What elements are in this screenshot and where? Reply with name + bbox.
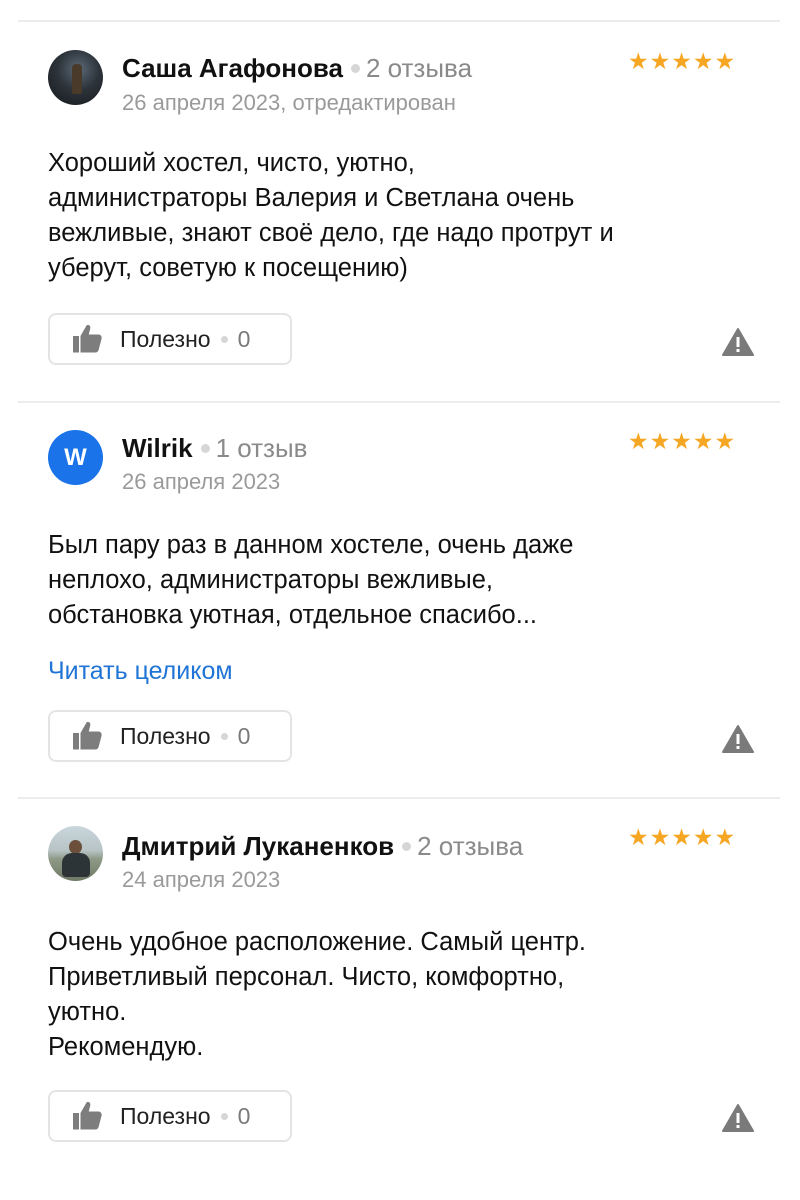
- thumbs-up-icon: [73, 1101, 102, 1130]
- helpful-count: 0: [237, 325, 251, 352]
- rating-stars: ★★★★★: [628, 48, 737, 74]
- separator-dot: [220, 1112, 228, 1120]
- author-name[interactable]: Дмитрий Луканенков: [122, 831, 394, 861]
- avatar[interactable]: [48, 50, 103, 105]
- helpful-label: Полезно: [120, 325, 211, 352]
- separator-dot: [402, 841, 412, 851]
- author-line: Дмитрий Луканенков 2 отзыва: [122, 830, 523, 862]
- separator-dot: [350, 63, 360, 73]
- thumbs-up-icon: [73, 324, 102, 353]
- author-line: Саша Агафонова 2 отзыва: [122, 52, 472, 84]
- review-text: Очень удобное расположение. Самый центр.…: [48, 928, 586, 1061]
- review-date: 26 апреля 2023: [122, 469, 281, 494]
- avatar[interactable]: W: [48, 430, 103, 485]
- author-name[interactable]: Саша Агафонова: [122, 53, 343, 83]
- avatar[interactable]: [48, 826, 103, 881]
- helpful-count: 0: [237, 1102, 251, 1129]
- warning-triangle-icon[interactable]: [722, 1103, 754, 1133]
- thumbs-up-icon: [73, 721, 102, 750]
- review-text: Был пару раз в данном хостеле, очень даж…: [48, 531, 574, 629]
- divider: [18, 797, 780, 799]
- helpful-count: 0: [237, 722, 251, 749]
- divider: [18, 20, 780, 22]
- author-review-count: 1 отзыв: [215, 433, 308, 463]
- separator-dot: [220, 335, 228, 343]
- author-review-count: 2 отзыва: [417, 831, 524, 861]
- author-name[interactable]: Wilrik: [122, 433, 193, 463]
- divider: [18, 401, 780, 403]
- helpful-button[interactable]: Полезно 0: [48, 710, 292, 762]
- warning-triangle-icon[interactable]: [722, 327, 754, 357]
- review-text: Хороший хостел, чисто, уютно, администра…: [48, 149, 614, 282]
- author-review-count: 2 отзыва: [365, 53, 473, 83]
- read-more-link[interactable]: Читать целиком: [48, 656, 233, 686]
- rating-stars: ★★★★★: [628, 824, 737, 850]
- review-date: 26 апреля 2023, отредактирован: [122, 90, 456, 115]
- helpful-button[interactable]: Полезно 0: [48, 313, 292, 365]
- review-date: 24 апреля 2023: [122, 867, 281, 892]
- author-line: Wilrik 1 отзыв: [122, 432, 307, 464]
- warning-triangle-icon[interactable]: [722, 724, 754, 754]
- rating-stars: ★★★★★: [628, 428, 737, 454]
- helpful-label: Полезно: [120, 722, 211, 749]
- helpful-label: Полезно: [120, 1102, 211, 1129]
- helpful-button[interactable]: Полезно 0: [48, 1090, 292, 1142]
- separator-dot: [220, 732, 228, 740]
- separator-dot: [200, 443, 210, 453]
